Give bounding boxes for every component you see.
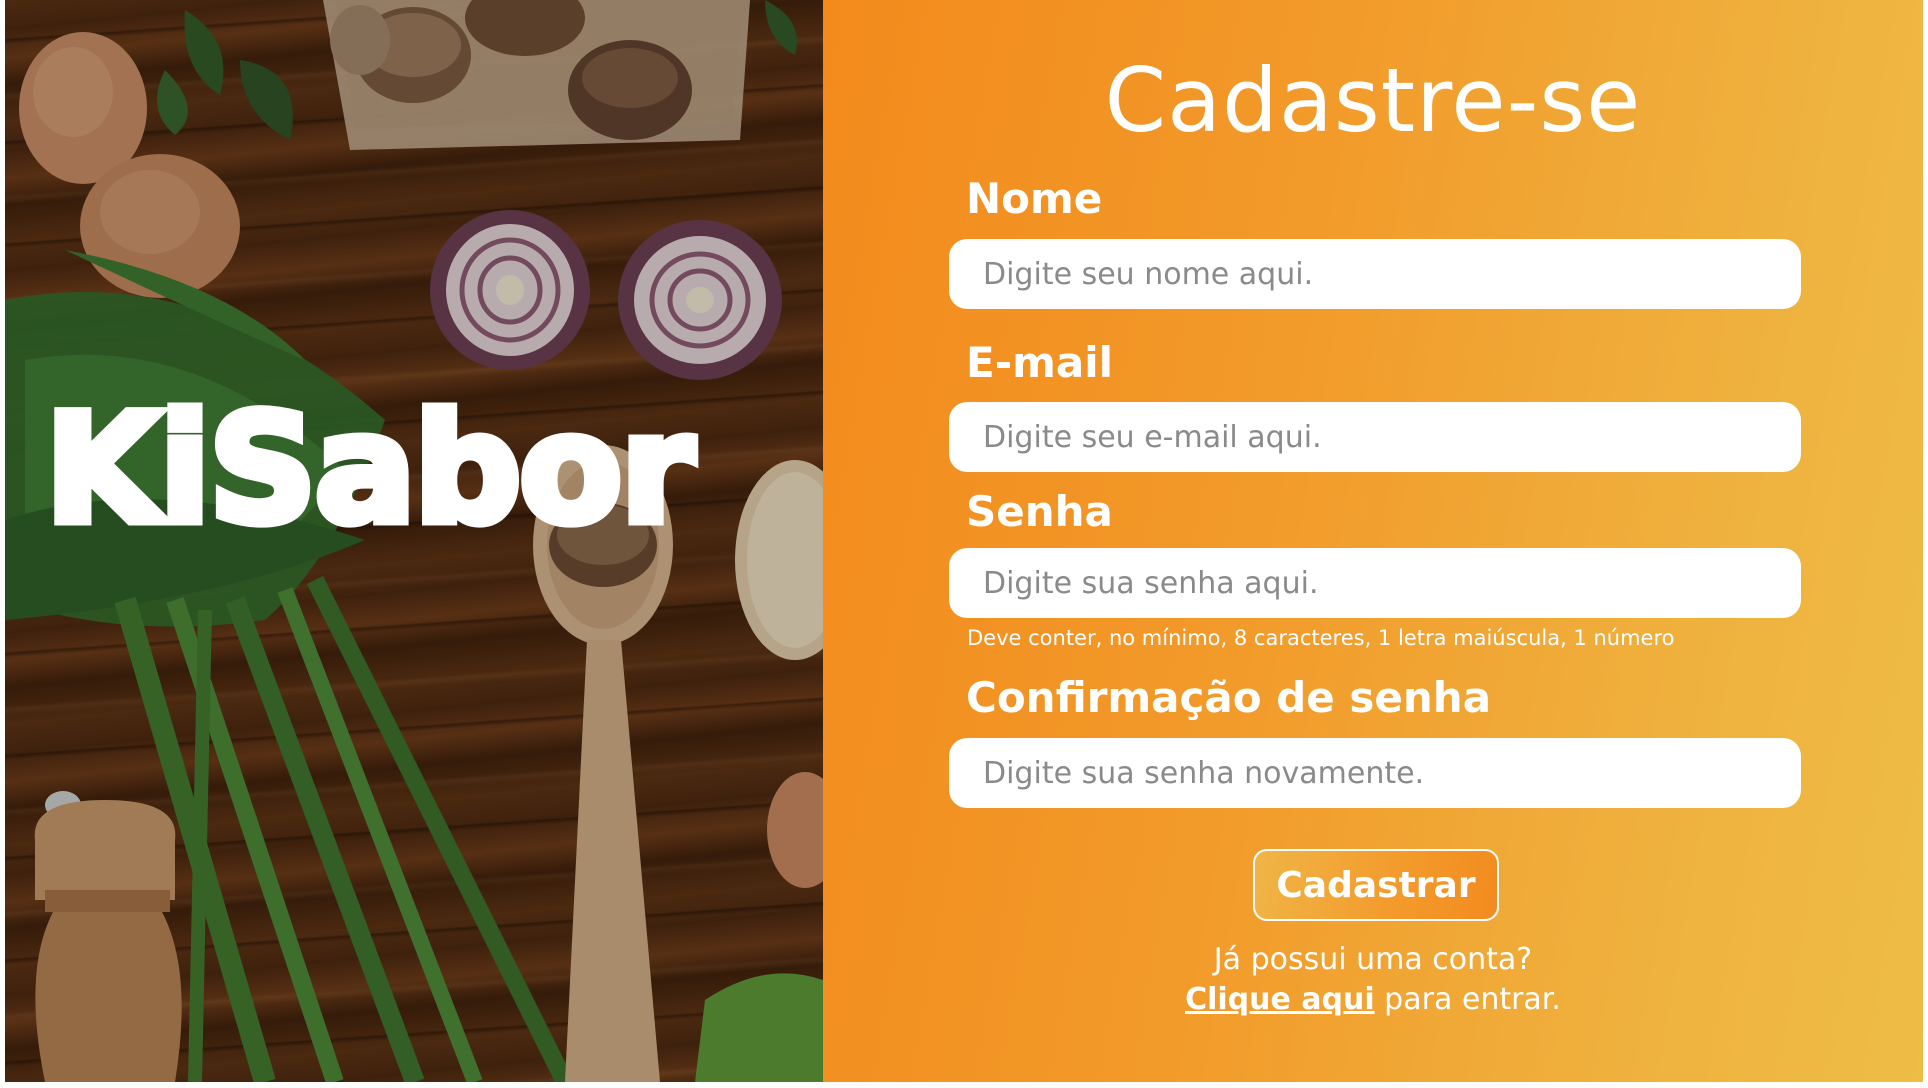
confirm-password-label: Confirmação de senha [966, 673, 1492, 722]
signup-page: KiSabor Cadastre-se Nome E-mail Senha De… [5, 0, 1923, 1082]
food-photo-panel: KiSabor [5, 0, 823, 1082]
email-input[interactable] [949, 402, 1801, 472]
page-title: Cadastre-se [1104, 49, 1642, 152]
name-input[interactable] [949, 239, 1801, 309]
signup-submit-button[interactable]: Cadastrar [1253, 849, 1499, 921]
login-prompt: Já possui uma conta? Clique aqui para en… [823, 940, 1923, 1020]
password-label: Senha [966, 487, 1113, 536]
login-prompt-text: Já possui uma conta? [1213, 942, 1533, 977]
name-label: Nome [966, 174, 1103, 223]
email-label: E-mail [966, 338, 1114, 387]
login-suffix-text: para entrar. [1374, 982, 1561, 1017]
password-hint: Deve conter, no mínimo, 8 caracteres, 1 … [967, 626, 1675, 650]
signup-form-panel: Cadastre-se Nome E-mail Senha Deve conte… [823, 0, 1923, 1082]
login-prompt-line: Clique aqui para entrar. [823, 980, 1923, 1020]
password-input[interactable] [949, 548, 1801, 618]
login-link[interactable]: Clique aqui [1185, 982, 1375, 1017]
brand-logo: KiSabor [41, 383, 699, 557]
confirm-password-input[interactable] [949, 738, 1801, 808]
